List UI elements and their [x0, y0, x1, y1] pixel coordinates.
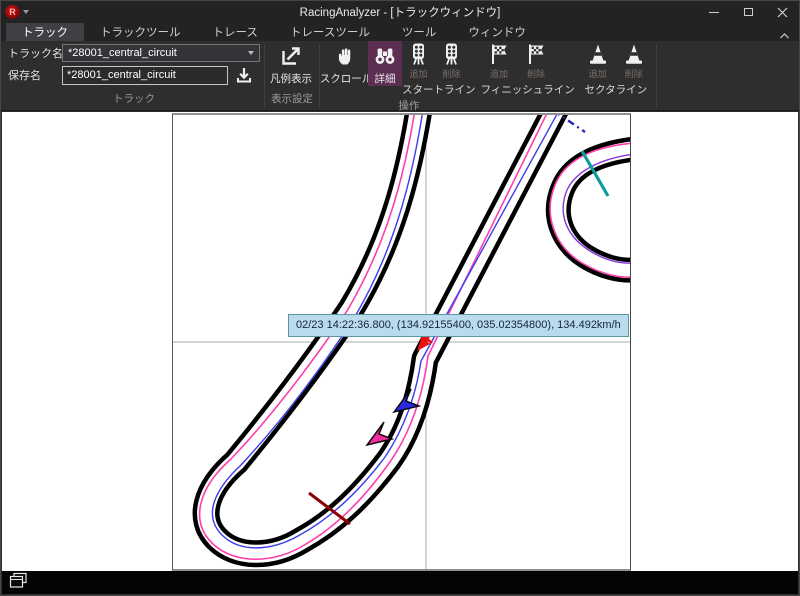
chevron-up-icon — [779, 32, 790, 40]
tab-trace-tools[interactable]: トレースツール — [274, 23, 386, 41]
finishline-remove-label: 削除 — [527, 67, 545, 80]
startline-add-label: 追加 — [409, 67, 427, 80]
traffic-light-icon — [440, 42, 463, 66]
sectorline-add-button[interactable]: 追加 — [580, 41, 616, 80]
ribbon-group-display: 凡例表示 表示設定 — [266, 41, 318, 110]
group-separator — [264, 44, 265, 107]
minimize-button[interactable] — [697, 1, 731, 23]
startline-subgroup: 追加 — [402, 41, 476, 97]
quick-access-caret-icon[interactable] — [23, 10, 29, 14]
detail-button[interactable]: 詳細 — [368, 41, 402, 86]
finishline-add-label: 追加 — [490, 67, 508, 80]
startline-label: スタートライン — [402, 82, 476, 97]
tab-tools[interactable]: ツール — [386, 23, 453, 41]
startline-remove-button[interactable]: 削除 — [435, 41, 468, 80]
legend-export-icon — [279, 43, 303, 69]
window-title: RacingAnalyzer - [トラックウィンドウ] — [300, 4, 501, 20]
ribbon-group-track: トラック名 *28001_central_circuit 保存名 トラック — [5, 41, 263, 110]
ribbon-group-operation: スクロール 詳細 — [321, 41, 655, 110]
track-map — [173, 115, 630, 569]
titlebar: R RacingAnalyzer - [トラックウィンドウ] — [1, 1, 799, 23]
chevron-down-icon — [248, 51, 254, 55]
app-logo-icon[interactable]: R — [5, 5, 20, 19]
save-track-button[interactable] — [232, 64, 256, 86]
binoculars-icon — [372, 43, 398, 69]
save-download-icon — [234, 65, 254, 85]
minimize-icon — [709, 12, 719, 13]
sectorline-remove-label: 削除 — [625, 67, 643, 80]
finishline-remove-button[interactable]: 削除 — [518, 41, 555, 80]
detail-label: 詳細 — [375, 71, 396, 86]
traffic-light-icon — [407, 42, 430, 66]
traffic-cone-icon — [586, 42, 610, 66]
legend-display-label: 凡例表示 — [270, 71, 312, 86]
finishline-subgroup: 追加 — [481, 41, 575, 97]
startline-add-button[interactable]: 追加 — [402, 41, 435, 80]
traffic-cone-icon — [622, 42, 646, 66]
minimized-window-button[interactable] — [9, 572, 28, 594]
maximize-button[interactable] — [731, 1, 765, 23]
scroll-button[interactable]: スクロール — [324, 41, 368, 86]
finishline-add-button[interactable]: 追加 — [481, 41, 518, 80]
group-label-track: トラック — [8, 90, 260, 110]
ribbon: トラック名 *28001_central_circuit 保存名 トラック — [1, 41, 799, 111]
tab-track[interactable]: トラック — [6, 23, 84, 41]
legend-display-button[interactable]: 凡例表示 — [269, 41, 313, 86]
checkered-flag-icon — [487, 42, 511, 66]
checkered-flag-icon — [524, 42, 548, 66]
bottom-window-bar — [2, 571, 798, 594]
sectorline-subgroup: 追加 削除 — [580, 41, 652, 97]
track-name-label: トラック名 — [8, 45, 62, 61]
close-icon — [777, 7, 788, 18]
mdi-client-area: 02/23 14:22:36.800, (134.92155400, 035.0… — [2, 112, 798, 571]
group-separator — [656, 44, 657, 107]
tab-window[interactable]: ウィンドウ — [452, 23, 542, 41]
data-point-tooltip: 02/23 14:22:36.800, (134.92155400, 035.0… — [288, 314, 629, 337]
sectorline-add-label: 追加 — [589, 67, 607, 80]
track-name-value: *28001_central_circuit — [68, 47, 248, 59]
track-name-combobox[interactable]: *28001_central_circuit — [62, 44, 260, 62]
app-window: R RacingAnalyzer - [トラックウィンドウ] トラック トラック… — [0, 0, 800, 596]
cascade-windows-icon — [9, 572, 28, 589]
group-label-display: 表示設定 — [269, 90, 315, 110]
scroll-label: スクロール — [320, 71, 373, 86]
startline-remove-label: 削除 — [442, 67, 460, 80]
window-controls — [697, 1, 799, 23]
sectorline-remove-button[interactable]: 削除 — [616, 41, 652, 80]
finishline-label: フィニッシュライン — [481, 82, 575, 97]
maximize-icon — [744, 8, 753, 16]
tab-track-tools[interactable]: トラックツール — [84, 23, 197, 41]
save-name-label: 保存名 — [8, 67, 62, 83]
tab-trace[interactable]: トレース — [197, 23, 274, 41]
ribbon-tab-bar: トラック トラックツール トレース トレースツール ツール ウィンドウ — [1, 23, 799, 41]
track-map-canvas[interactable]: 02/23 14:22:36.800, (134.92155400, 035.0… — [172, 113, 631, 571]
hand-icon — [334, 43, 358, 69]
sectorline-label: セクタライン — [580, 82, 652, 97]
save-name-input[interactable] — [62, 66, 228, 85]
close-button[interactable] — [765, 1, 799, 23]
